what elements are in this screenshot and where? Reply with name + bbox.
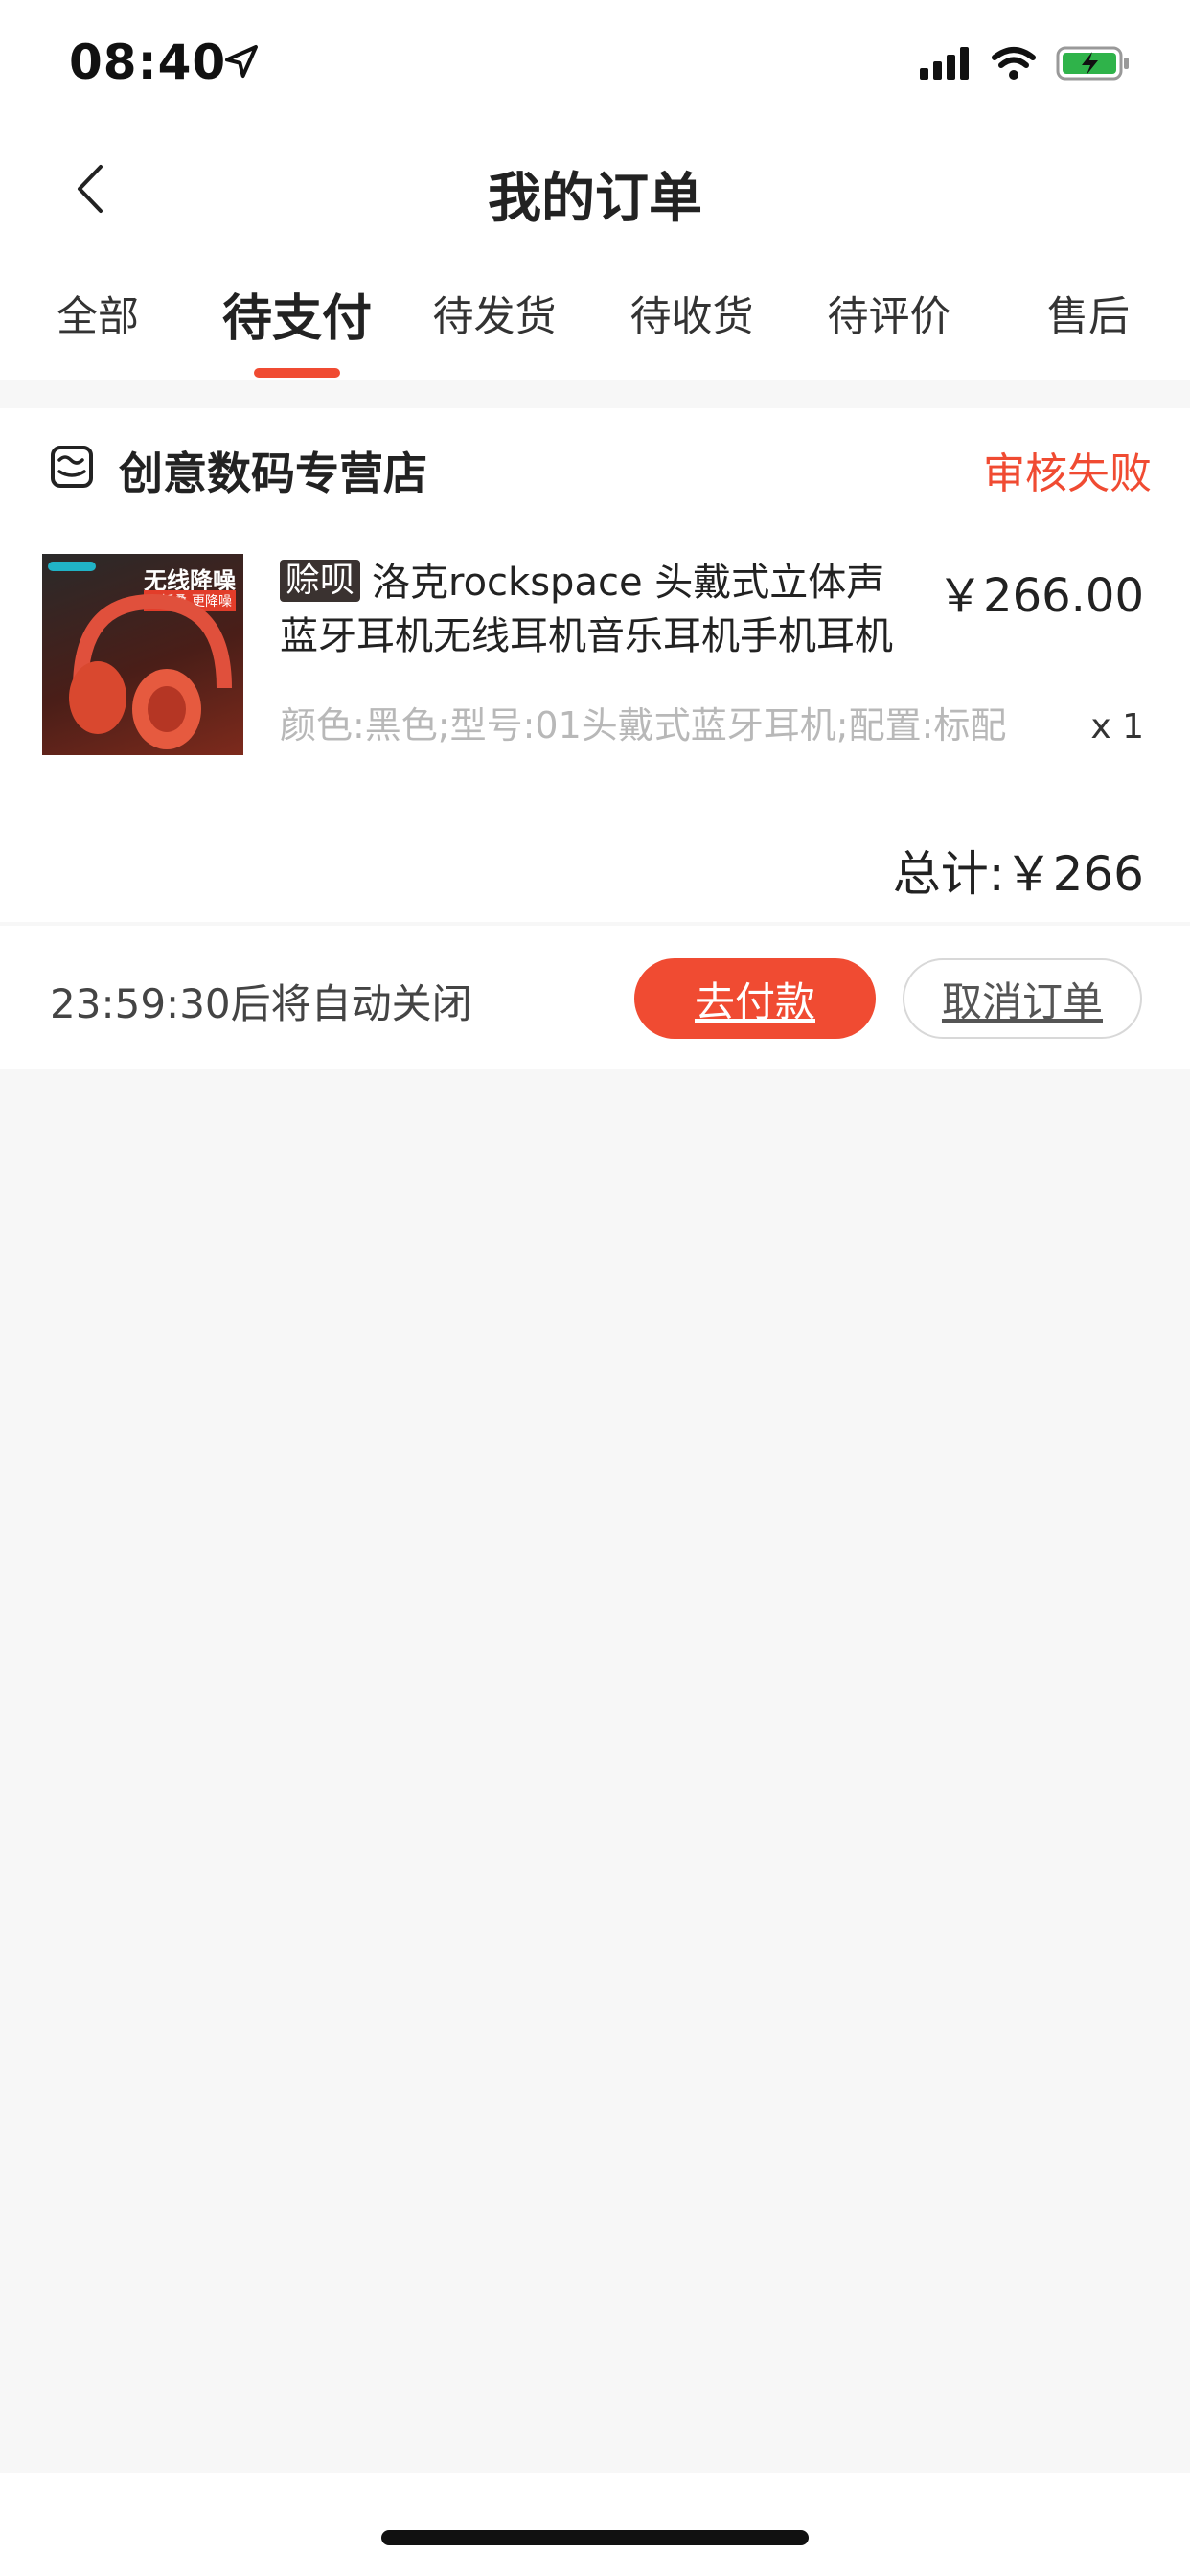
pay-button[interactable]: 去付款 <box>634 958 876 1039</box>
order-total: 总计:￥266 <box>892 846 1144 902</box>
order-tabs: 全部 待支付 待发货 待收货 待评价 售后 <box>0 251 1190 380</box>
tab-all[interactable]: 全部 <box>2 284 194 343</box>
cellular-signal-icon <box>920 47 969 80</box>
product-quantity: x 1 <box>1090 707 1144 747</box>
status-bar: 08:40 <box>0 0 1190 126</box>
status-indicators <box>920 42 1133 84</box>
tab-pending-review[interactable]: 待评价 <box>793 284 985 343</box>
battery-charging-icon <box>1056 46 1129 80</box>
status-time: 08:40 <box>69 34 227 90</box>
credit-badge: 赊呗 <box>280 560 361 602</box>
location-arrow-icon <box>225 45 258 78</box>
product-thumbnail[interactable]: 无线降噪 可折叠 更降噪 <box>42 554 243 755</box>
home-indicator <box>381 2530 809 2545</box>
product-spec: 颜色:黑色;型号:01头戴式蓝牙耳机;配置:标配 <box>280 704 1007 747</box>
order-status-label: 审核失败 <box>983 449 1152 498</box>
order-action-bar: 23:59:30后将自动关闭 去付款 取消订单 <box>0 926 1190 1070</box>
tab-after-sales[interactable]: 售后 <box>993 284 1184 343</box>
tab-pending-receipt[interactable]: 待收货 <box>596 284 788 343</box>
bottom-safe-area <box>0 2472 1190 2576</box>
wifi-icon <box>992 47 1036 80</box>
product-title-text: 洛克rockspace 头戴式立体声蓝牙耳机无线耳机音乐耳机手机耳机 <box>280 561 893 658</box>
tab-pending-payment[interactable]: 待支付 <box>201 278 393 350</box>
headphones-image <box>69 593 232 749</box>
product-price: ￥266.00 <box>937 569 1144 623</box>
order-card[interactable]: 创意数码专营店 审核失败 无线降噪 可折叠 更降噪 赊呗 洛克rockspace … <box>0 408 1190 922</box>
active-tab-indicator <box>254 368 340 378</box>
store-icon <box>51 446 93 488</box>
auto-close-countdown: 23:59:30后将自动关闭 <box>50 980 472 1027</box>
page-title: 我的订单 <box>488 168 702 230</box>
product-title[interactable]: 赊呗 洛克rockspace 头戴式立体声蓝牙耳机无线耳机音乐耳机手机耳机 <box>280 556 893 663</box>
navigation-bar: 我的订单 <box>0 126 1190 251</box>
tab-pending-shipment[interactable]: 待发货 <box>399 284 590 343</box>
store-name[interactable]: 创意数码专营店 <box>119 439 427 502</box>
cancel-order-button[interactable]: 取消订单 <box>903 958 1142 1039</box>
